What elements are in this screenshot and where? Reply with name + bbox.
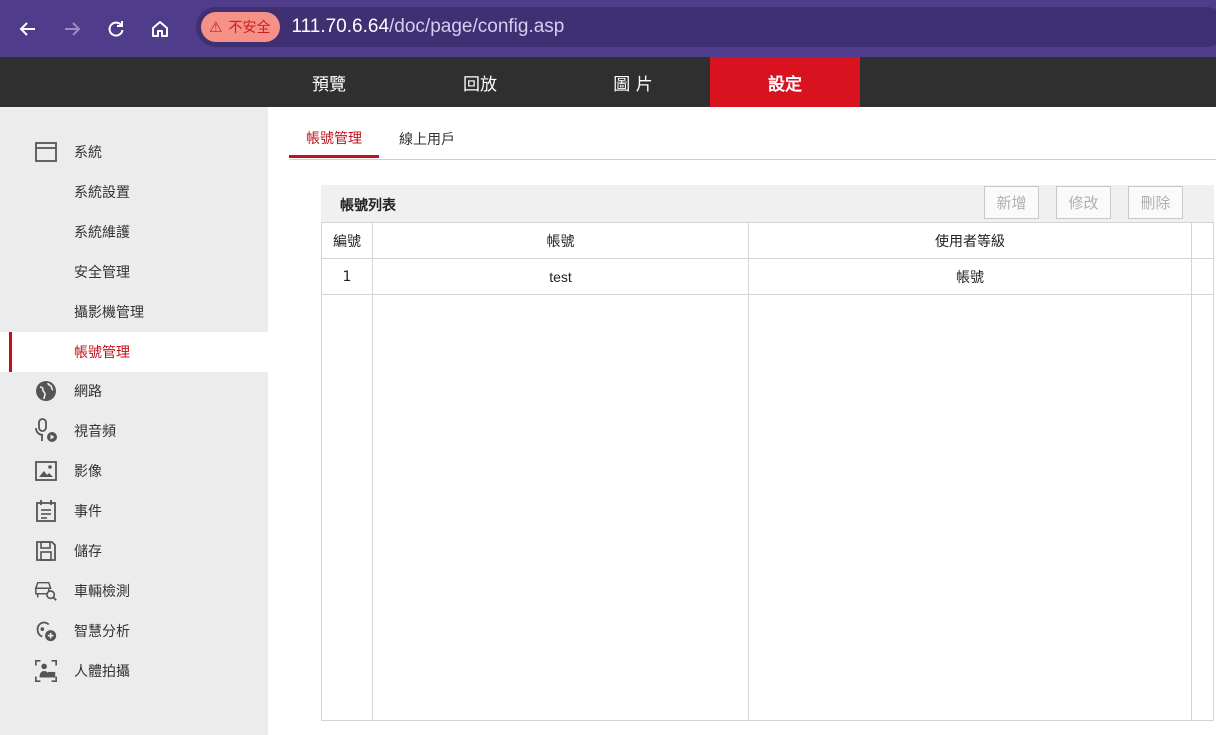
- address-bar[interactable]: ⚠ 不安全 111.70.6.64/doc/page/config.asp: [196, 7, 1216, 47]
- sidebar-item-label: 系統設置: [74, 185, 130, 201]
- column-divider: [1191, 223, 1192, 720]
- sidebar-item-label: 儲存: [74, 544, 102, 560]
- tab-account-management[interactable]: 帳號管理: [289, 120, 379, 158]
- reload-icon: [108, 20, 124, 37]
- tab-playback[interactable]: 回放: [405, 57, 555, 107]
- sidebar-item-camera-management[interactable]: 攝影機管理: [0, 292, 268, 332]
- column-header-account[interactable]: 帳號: [373, 223, 748, 259]
- smart-analysis-icon: [34, 619, 58, 643]
- sidebar: 系統 系統設置 系統維護 安全管理 攝影機管理 帳號管理 網路 視音頻 影像 事…: [0, 107, 268, 735]
- delete-button[interactable]: 刪除: [1128, 186, 1183, 219]
- account-table: 編號 帳號 使用者等級 1 test 帳號: [321, 222, 1214, 721]
- window-icon: [34, 140, 58, 164]
- cell-account: test: [549, 269, 572, 285]
- column-header-number[interactable]: 編號: [322, 223, 372, 259]
- calendar-icon: [34, 499, 58, 523]
- back-button[interactable]: [6, 7, 50, 51]
- sidebar-item-label: 安全管理: [74, 265, 130, 281]
- column-header-user-level[interactable]: 使用者等級: [749, 223, 1191, 259]
- security-badge[interactable]: ⚠ 不安全: [201, 12, 281, 42]
- sidebar-item-smart-analysis[interactable]: 智慧分析: [0, 611, 268, 651]
- sub-tabs: 帳號管理 線上用戶: [289, 120, 1216, 160]
- column-divider: [748, 223, 749, 720]
- sidebar-item-system[interactable]: 系統: [0, 132, 268, 172]
- sidebar-item-label: 攝影機管理: [74, 305, 144, 321]
- sidebar-item-label: 影像: [74, 464, 102, 480]
- forward-button[interactable]: [50, 7, 94, 51]
- sidebar-item-label: 系統: [74, 145, 102, 161]
- sidebar-item-label: 事件: [74, 504, 102, 520]
- home-button[interactable]: [138, 7, 182, 51]
- browser-toolbar: ⚠ 不安全 111.70.6.64/doc/page/config.asp: [0, 0, 1216, 57]
- tab-picture[interactable]: 圖 片: [558, 57, 708, 107]
- vehicle-detect-icon: [34, 579, 58, 603]
- account-list-header: 帳號列表 新增 修改 刪除: [321, 185, 1214, 222]
- arrow-left-icon: [19, 21, 35, 36]
- cell-number: 1: [342, 269, 352, 285]
- person-capture-icon: [34, 659, 58, 683]
- sidebar-item-audio-video[interactable]: 視音頻: [0, 411, 268, 451]
- sidebar-item-event[interactable]: 事件: [0, 491, 268, 531]
- home-icon: [152, 20, 168, 37]
- sidebar-item-label: 人體拍攝: [74, 664, 130, 680]
- sidebar-item-security[interactable]: 安全管理: [0, 252, 268, 292]
- top-navigation: 預覽 回放 圖 片 設定: [0, 57, 1216, 107]
- sidebar-item-storage[interactable]: 儲存: [0, 531, 268, 571]
- sidebar-item-label: 智慧分析: [74, 624, 130, 640]
- panel-title: 帳號列表: [340, 198, 396, 214]
- globe-icon: [34, 379, 58, 403]
- sidebar-item-label: 車輛檢測: [74, 584, 130, 600]
- url-host: 111.70.6.64: [291, 16, 390, 37]
- url-path: /doc/page/config.asp: [389, 16, 565, 37]
- sidebar-item-label: 帳號管理: [74, 345, 130, 361]
- tab-settings[interactable]: 設定: [710, 57, 860, 107]
- microphone-icon: [34, 418, 58, 443]
- floppy-disk-icon: [34, 539, 58, 563]
- cell-user-level: 帳號: [956, 270, 984, 286]
- tab-online-users[interactable]: 線上用戶: [387, 120, 467, 158]
- image-icon: [34, 459, 58, 483]
- warning-icon: ⚠: [209, 18, 223, 36]
- sidebar-item-label: 系統維護: [74, 225, 130, 241]
- security-label: 不安全: [228, 20, 271, 36]
- sidebar-item-account-management[interactable]: 帳號管理: [0, 332, 268, 372]
- sidebar-item-network[interactable]: 網路: [0, 371, 268, 411]
- sidebar-item-label: 網路: [74, 384, 102, 400]
- sidebar-item-vehicle-detection[interactable]: 車輛檢測: [0, 571, 268, 611]
- sidebar-item-system-maintenance[interactable]: 系統維護: [0, 212, 268, 252]
- edit-button[interactable]: 修改: [1056, 186, 1111, 219]
- url-text[interactable]: 111.70.6.64/doc/page/config.asp: [291, 16, 564, 38]
- reload-button[interactable]: [94, 7, 138, 51]
- sidebar-item-system-settings[interactable]: 系統設置: [0, 172, 268, 212]
- sidebar-item-human-capture[interactable]: 人體拍攝: [0, 651, 268, 691]
- column-divider: [372, 223, 373, 720]
- sidebar-item-image[interactable]: 影像: [0, 451, 268, 491]
- sidebar-item-label: 視音頻: [74, 424, 116, 440]
- tab-preview[interactable]: 預覽: [254, 57, 404, 107]
- add-button[interactable]: 新增: [984, 186, 1039, 219]
- arrow-right-icon: [65, 21, 81, 36]
